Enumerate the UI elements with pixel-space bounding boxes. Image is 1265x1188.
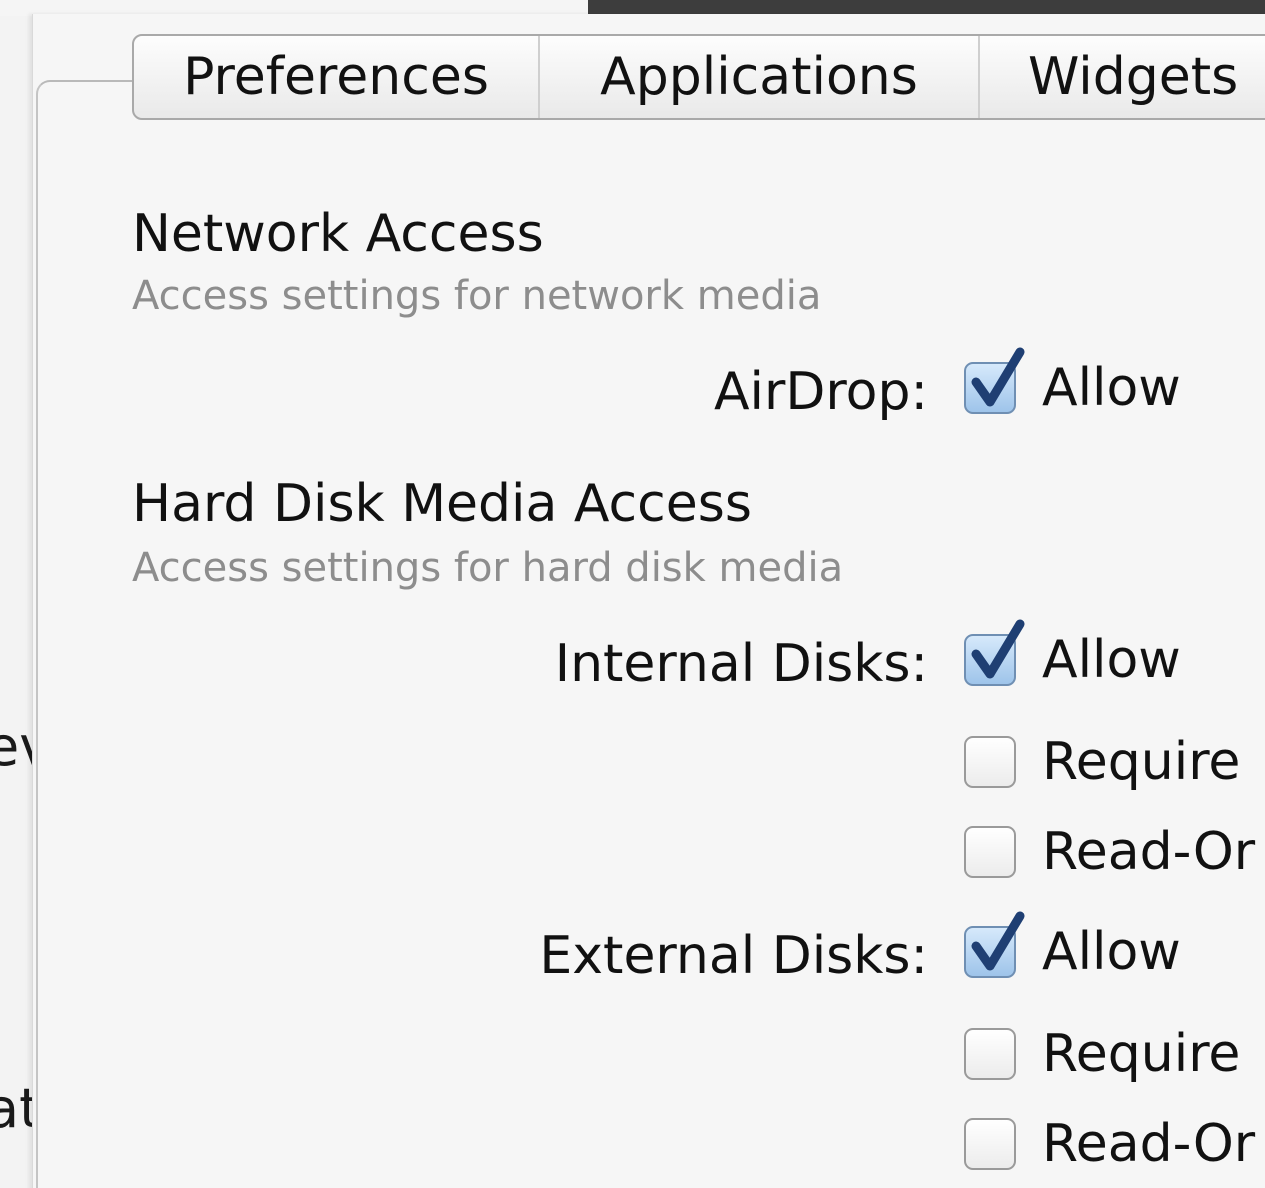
external-readonly-label[interactable]: Read-Or	[1042, 1118, 1255, 1170]
airdrop-allow-checkbox[interactable]	[964, 347, 1025, 414]
tab-preferences[interactable]: Preferences	[134, 36, 540, 118]
external-disks-label: External Disks:	[539, 926, 928, 986]
internal-readonly-label[interactable]: Read-Or	[1042, 826, 1255, 878]
external-allow-checkbox[interactable]	[964, 911, 1025, 978]
internal-disks-label: Internal Disks:	[554, 634, 928, 694]
tab-widgets[interactable]: Widgets	[980, 36, 1265, 118]
checkmark-icon	[971, 347, 1025, 407]
internal-readonly-checkbox[interactable]	[964, 826, 1016, 878]
checkmark-icon	[971, 911, 1025, 971]
hard-disk-access-subtitle: Access settings for hard disk media	[132, 545, 844, 591]
internal-allow-checkbox[interactable]	[964, 619, 1025, 686]
internal-require-label[interactable]: Require	[1042, 736, 1240, 788]
network-access-title: Network Access	[132, 204, 544, 264]
internal-allow-label[interactable]: Allow	[1042, 634, 1181, 686]
tab-bar: Preferences Applications Widgets	[132, 34, 1265, 120]
external-require-label[interactable]: Require	[1042, 1028, 1240, 1080]
airdrop-allow-label[interactable]: Allow	[1042, 362, 1181, 414]
internal-require-checkbox[interactable]	[964, 736, 1016, 788]
external-allow-label[interactable]: Allow	[1042, 926, 1181, 978]
hard-disk-access-title: Hard Disk Media Access	[132, 474, 752, 534]
network-access-subtitle: Access settings for network media	[132, 273, 822, 319]
external-require-checkbox[interactable]	[964, 1028, 1016, 1080]
checkmark-icon	[971, 619, 1025, 679]
tab-applications[interactable]: Applications	[540, 36, 980, 118]
external-readonly-checkbox[interactable]	[964, 1118, 1016, 1170]
airdrop-label: AirDrop:	[713, 362, 928, 422]
screen: ev at Preferences Applications Widgets N…	[0, 0, 1265, 1188]
